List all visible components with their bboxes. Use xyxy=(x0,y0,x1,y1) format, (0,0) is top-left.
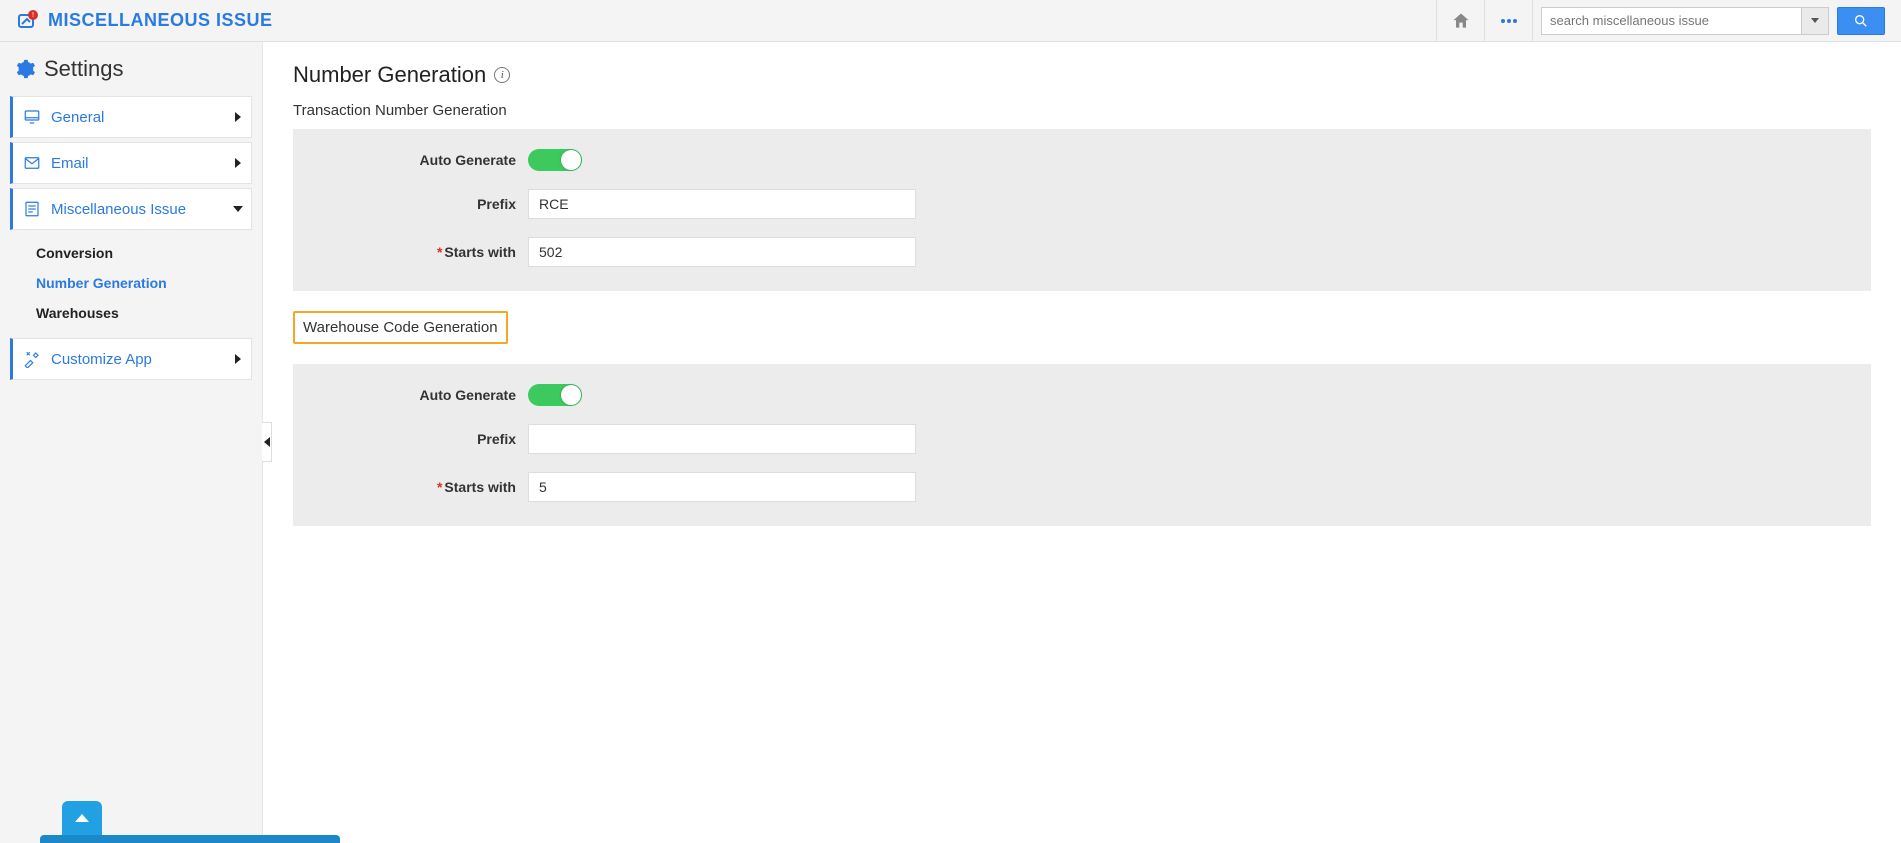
toggle-auto-generate-warehouse[interactable] xyxy=(528,384,582,406)
tools-icon xyxy=(23,350,41,368)
chevron-down-icon xyxy=(1811,18,1819,23)
input-starts-with-transaction[interactable] xyxy=(528,237,916,267)
form-panel-warehouse: Auto Generate Prefix *Starts with xyxy=(293,364,1871,526)
label-starts-with: *Starts with xyxy=(293,244,528,260)
envelope-icon xyxy=(23,154,41,172)
label-auto-generate: Auto Generate xyxy=(293,152,528,168)
chevron-right-icon xyxy=(235,112,241,122)
toggle-auto-generate-transaction[interactable] xyxy=(528,149,582,171)
label-starts-with: *Starts with xyxy=(293,479,528,495)
sidebar-title-text: Settings xyxy=(44,56,124,82)
home-icon xyxy=(1451,11,1471,31)
label-starts-with-text: Starts with xyxy=(444,244,516,260)
chevron-down-icon xyxy=(233,206,243,212)
sidebar-sub-warehouses[interactable]: Warehouses xyxy=(36,298,252,328)
sidebar-sub-number-generation[interactable]: Number Generation xyxy=(36,268,252,298)
sidebar-title: Settings xyxy=(10,56,252,82)
sidebar: Settings General Email Miscellaneous Iss… xyxy=(0,42,263,843)
chevron-left-icon xyxy=(264,437,270,447)
sidebar-item-miscellaneous-issue[interactable]: Miscellaneous Issue xyxy=(10,188,252,230)
info-icon[interactable]: i xyxy=(494,67,510,83)
form-panel-transaction: Auto Generate Prefix *Starts with xyxy=(293,129,1871,291)
bottom-widget-bar xyxy=(40,835,340,843)
sidebar-submenu: Conversion Number Generation Warehouses xyxy=(10,232,252,334)
app-icon: ! xyxy=(16,9,40,33)
top-bar: ! MISCELLANEOUS ISSUE xyxy=(0,0,1901,42)
page-title: Number Generation i xyxy=(293,62,1871,88)
input-starts-with-warehouse[interactable] xyxy=(528,472,916,502)
sidebar-collapse-handle[interactable] xyxy=(262,422,272,462)
chevron-right-icon xyxy=(235,158,241,168)
input-prefix-transaction[interactable] xyxy=(528,189,916,219)
sidebar-item-label: Email xyxy=(51,155,235,172)
content-area: Number Generation i Transaction Number G… xyxy=(263,42,1901,843)
page-title-text: Number Generation xyxy=(293,62,486,88)
sidebar-item-general[interactable]: General xyxy=(10,96,252,138)
sidebar-item-label: Customize App xyxy=(51,351,235,368)
sidebar-item-email[interactable]: Email xyxy=(10,142,252,184)
sidebar-sub-conversion[interactable]: Conversion xyxy=(36,238,252,268)
search-dropdown[interactable] xyxy=(1801,7,1829,35)
input-prefix-warehouse[interactable] xyxy=(528,424,916,454)
monitor-icon xyxy=(23,108,41,126)
more-menu-button[interactable] xyxy=(1484,0,1532,41)
sidebar-item-label: Miscellaneous Issue xyxy=(51,201,235,218)
svg-text:!: ! xyxy=(32,12,34,19)
section-heading-warehouse: Warehouse Code Generation xyxy=(293,311,508,344)
label-prefix: Prefix xyxy=(293,431,528,447)
section-heading-transaction: Transaction Number Generation xyxy=(293,102,1871,119)
label-prefix: Prefix xyxy=(293,196,528,212)
form-icon xyxy=(23,200,41,218)
more-icon xyxy=(1497,9,1521,33)
bottom-widget xyxy=(40,801,340,843)
home-button[interactable] xyxy=(1436,0,1484,41)
label-starts-with-text: Starts with xyxy=(444,479,516,495)
search-input[interactable] xyxy=(1541,7,1801,35)
gear-icon xyxy=(14,58,36,80)
label-auto-generate: Auto Generate xyxy=(293,387,528,403)
sidebar-item-customize-app[interactable]: Customize App xyxy=(10,338,252,380)
search-icon xyxy=(1853,13,1869,29)
search-area xyxy=(1532,0,1893,41)
search-button[interactable] xyxy=(1837,7,1885,35)
app-title: MISCELLANEOUS ISSUE xyxy=(48,10,273,31)
sidebar-item-label: General xyxy=(51,109,235,126)
chevron-right-icon xyxy=(235,354,241,364)
bottom-widget-toggle[interactable] xyxy=(62,801,102,835)
chevron-up-icon xyxy=(75,814,89,822)
